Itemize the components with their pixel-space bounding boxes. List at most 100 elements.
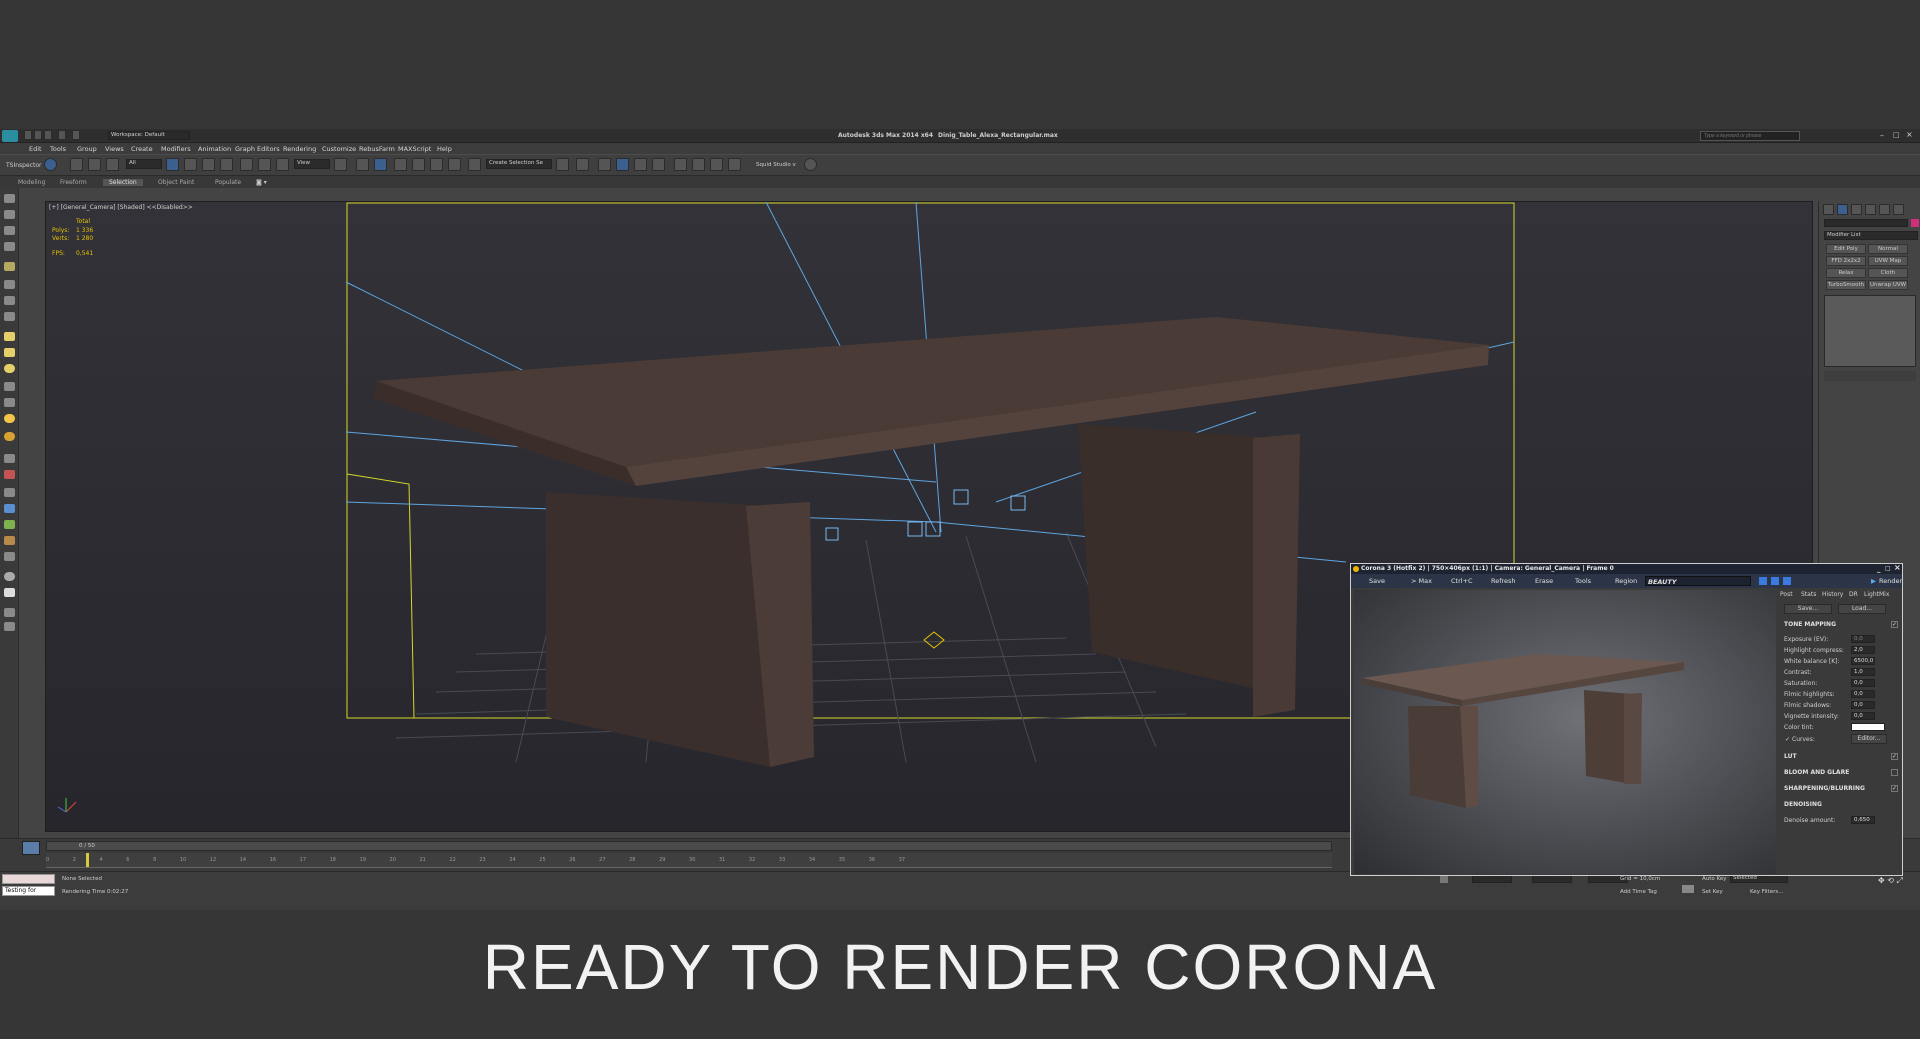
corona-tab-lightmix[interactable]: LightMix (1864, 591, 1889, 598)
toolbar-icon-17[interactable] (4, 470, 15, 479)
hierarchy-tab-icon[interactable] (1851, 204, 1862, 215)
menu-item-modifiers[interactable]: Modifiers (161, 145, 191, 153)
new-file-icon[interactable] (24, 130, 32, 140)
keyboard-shortcut-override-icon[interactable] (374, 158, 387, 171)
toolbar-icon-13[interactable] (4, 398, 15, 407)
modifier-edit-poly-button[interactable]: Edit Poly (1826, 244, 1866, 254)
modifier-list-dropdown[interactable]: Modifier List (1824, 231, 1918, 240)
param-exposure[interactable]: 0,0 (1851, 635, 1875, 643)
toolbar-icon-18[interactable] (4, 488, 15, 497)
material-editor-icon[interactable] (692, 158, 705, 171)
param-filmic-shadows[interactable]: 0,0 (1851, 701, 1875, 709)
window-crossing-icon[interactable] (220, 158, 233, 171)
named-selection-dropdown[interactable]: Create Selection Se (486, 159, 552, 169)
curves-checkbox[interactable]: ✓ (1785, 736, 1790, 743)
menu-item-graph-editors[interactable]: Graph Editors (235, 145, 280, 153)
corona-maximize-icon[interactable]: □ (1885, 564, 1891, 574)
minimize-icon[interactable]: – (1880, 131, 1884, 140)
modify-tab-icon[interactable] (1837, 204, 1848, 215)
lut-checkbox[interactable]: ✓ (1891, 753, 1898, 760)
key-filters-button[interactable]: Key Filters... (1750, 889, 1783, 895)
rectangular-selection-icon[interactable] (202, 158, 215, 171)
ribbon-tab-selection[interactable]: Selection (103, 179, 143, 186)
tone-mapping-checkbox[interactable]: ✓ (1891, 621, 1898, 628)
menu-item-animation[interactable]: Animation (198, 145, 231, 153)
corona-tools-button[interactable]: Tools (1575, 577, 1591, 585)
search-input[interactable] (1700, 131, 1800, 141)
navigation-controls[interactable]: ✥ ⟲ ⤢ (1878, 876, 1903, 886)
toolbar-icon-9[interactable] (4, 332, 15, 341)
unlink-icon[interactable] (88, 158, 101, 171)
corona-tab-dr[interactable]: DR (1849, 591, 1858, 598)
toolbar-icon-10[interactable] (4, 348, 15, 357)
save-file-icon[interactable] (44, 130, 52, 140)
link-icon[interactable] (70, 158, 83, 171)
playback-controls[interactable] (1810, 876, 1870, 896)
color-tint-swatch[interactable] (1851, 723, 1885, 731)
toolbar-icon-23[interactable] (4, 572, 15, 581)
object-name-field[interactable] (1824, 219, 1908, 227)
toolbar-icon-12[interactable] (4, 382, 15, 391)
tone-save-button[interactable]: Save... (1784, 604, 1832, 614)
render-setup-icon[interactable] (710, 158, 723, 171)
snaps-toggle-icon[interactable] (394, 158, 407, 171)
track-bar[interactable]: 0 2 4 6 8 10 12 14 16 17 18 19 20 21 22 … (46, 853, 1332, 868)
squid-studio-label[interactable]: Squid Studio v (756, 162, 796, 168)
corona-to-max-button[interactable]: > Max (1411, 577, 1432, 585)
tone-load-button[interactable]: Load... (1838, 604, 1886, 614)
ribbon-tab-modeling[interactable]: Modeling (18, 179, 45, 186)
render-play-icon[interactable]: ▶ (1871, 577, 1876, 585)
stack-controls[interactable] (1824, 371, 1916, 381)
menu-item-maxscript[interactable]: MAXScript (398, 145, 431, 153)
param-saturation[interactable]: 0,0 (1851, 679, 1875, 687)
3dsmax-logo-icon[interactable] (2, 130, 18, 142)
y-coordinate-field[interactable] (1532, 875, 1572, 883)
toolbar-icon-11[interactable] (4, 364, 15, 373)
time-slider[interactable]: 0 / 50 (46, 841, 1332, 851)
scale-icon[interactable] (276, 158, 289, 171)
ribbon-tab-object-paint[interactable]: Object Paint (158, 179, 194, 186)
modifier-ffd-button[interactable]: FFD 2x2x2 (1826, 256, 1866, 266)
undo-icon[interactable] (58, 130, 66, 140)
object-color-swatch[interactable] (1911, 219, 1919, 227)
denoising-header[interactable]: DENOISING (1784, 801, 1822, 808)
param-vignette-intensity[interactable]: 0,0 (1851, 712, 1875, 720)
workspace-dropdown[interactable]: Workspace: Default (108, 131, 190, 140)
menu-item-views[interactable]: Views (105, 145, 124, 153)
sun-icon[interactable] (4, 414, 15, 423)
display-tab-icon[interactable] (1879, 204, 1890, 215)
toolbar-icon-15[interactable] (4, 432, 15, 441)
corona-save-button[interactable]: Save (1369, 577, 1385, 585)
param-contrast[interactable]: 1,0 (1851, 668, 1875, 676)
auto-key-button[interactable]: Auto Key (1702, 876, 1727, 882)
param-white-balance[interactable]: 6500,0 (1851, 657, 1875, 665)
close-icon[interactable]: × (1906, 130, 1913, 139)
corona-region-button[interactable]: Region (1615, 577, 1637, 585)
corona-erase-button[interactable]: Erase (1535, 577, 1553, 585)
toolbar-icon-20[interactable] (4, 520, 15, 529)
ribbon-tab-freeform[interactable]: Freeform (60, 179, 87, 186)
render-production-icon[interactable] (804, 158, 817, 171)
schematic-view-icon[interactable] (674, 158, 687, 171)
toolbar-icon-26[interactable] (4, 622, 15, 631)
percent-snap-icon[interactable] (430, 158, 443, 171)
mirror-icon[interactable] (556, 158, 569, 171)
corona-tab-stats[interactable]: Stats (1801, 591, 1816, 598)
toolbar-icon-19[interactable] (4, 504, 15, 513)
reference-coordinate-dropdown[interactable]: View (294, 159, 330, 169)
toolbar-icon-25[interactable] (4, 608, 15, 617)
ribbon-toggle-icon[interactable]: ◙ ▾ (256, 179, 267, 186)
toolbar-icon-16[interactable] (4, 454, 15, 463)
align-icon[interactable] (576, 158, 589, 171)
denoise-amount-field[interactable]: 0,650 (1851, 816, 1875, 824)
toolbar-icon-2[interactable] (4, 210, 15, 219)
menu-item-customize[interactable]: Customize (322, 145, 356, 153)
render-preview[interactable] (1354, 590, 1776, 874)
param-filmic-highlights[interactable]: 0,0 (1851, 690, 1875, 698)
x-coordinate-field[interactable] (1472, 875, 1512, 883)
script-listener[interactable]: Testing for (2, 886, 55, 896)
menu-item-group[interactable]: Group (77, 145, 97, 153)
select-object-icon[interactable] (166, 158, 179, 171)
toolbar-icon-24[interactable] (4, 588, 15, 597)
key-icon[interactable] (1682, 885, 1694, 893)
